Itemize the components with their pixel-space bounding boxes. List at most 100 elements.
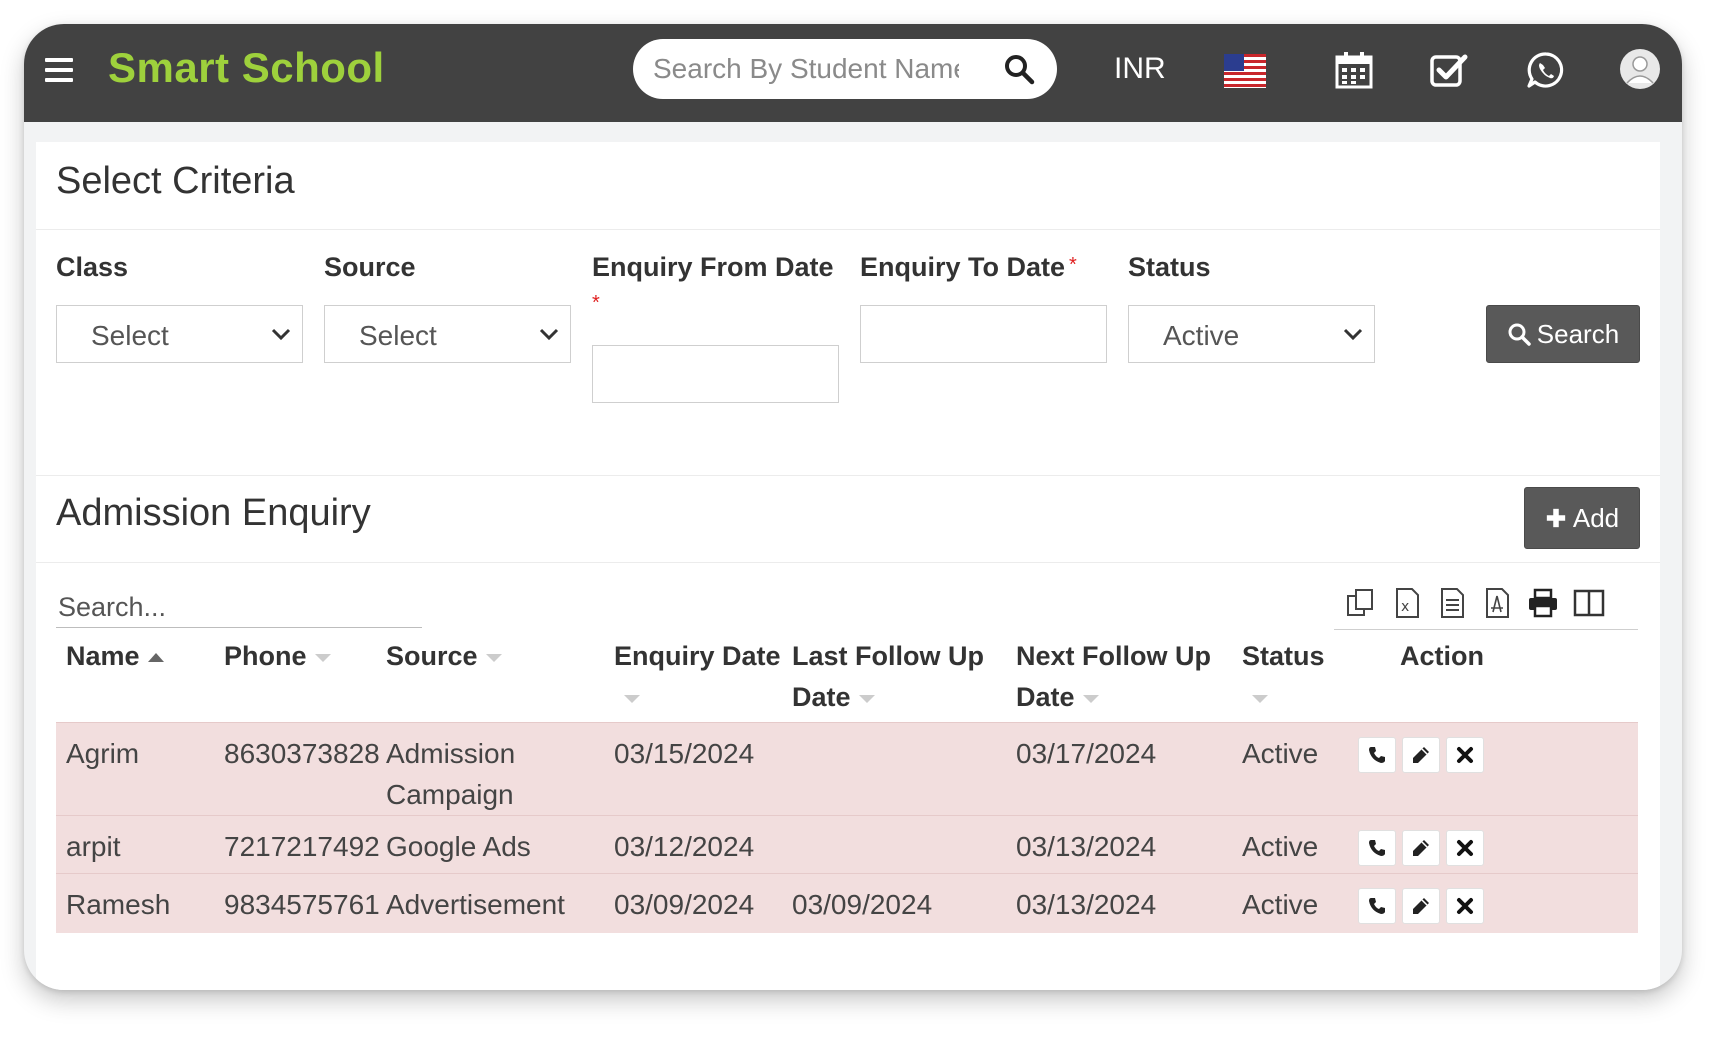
plus-icon [1546,508,1566,528]
enquiry-to-date-label: Enquiry To Date * [860,252,1077,282]
app-window: Smart School INR [24,24,1682,990]
source-select[interactable]: Select [324,305,571,363]
class-label: Class [56,252,129,282]
chevron-down-icon [271,328,291,341]
divider [36,475,1660,476]
follow-up-call-button[interactable] [1358,830,1396,866]
enquiry-to-date-input[interactable] [860,305,1107,363]
menu-toggle-icon[interactable] [45,58,73,82]
top-navbar: Smart School INR [24,24,1682,122]
edit-button[interactable] [1402,888,1440,924]
student-search-box [633,39,1057,99]
edit-button[interactable] [1402,830,1440,866]
cell-next-follow-up: 03/17/2024 [1016,738,1157,769]
copy-icon[interactable] [1344,586,1378,620]
divider [36,229,1660,230]
class-select[interactable]: Select [56,305,303,363]
cell-next-follow-up: 03/13/2024 [1016,889,1157,920]
cell-last-follow-up: 03/09/2024 [792,889,933,920]
from-date-required-mark: * [592,292,600,314]
column-header-action: Action [1400,641,1484,671]
close-icon [1457,747,1473,763]
delete-button[interactable] [1446,888,1484,924]
phone-icon [1369,747,1385,763]
cell-status: Active [1242,831,1319,862]
cell-name: arpit [66,831,121,862]
cell-source: Google Ads [386,831,531,862]
chevron-down-icon [539,328,559,341]
delete-button[interactable] [1446,830,1484,866]
cell-source: Admission Campaign [386,738,516,810]
whatsapp-icon[interactable] [1526,51,1566,89]
status-select[interactable]: Active [1128,305,1375,363]
phone-icon [1369,898,1385,914]
admission-enquiry-title: Admission Enquiry [56,492,371,534]
sort-icon [314,653,331,662]
cell-name: Ramesh [66,889,171,920]
cell-status: Active [1242,738,1319,769]
edit-button[interactable] [1402,737,1440,773]
close-icon [1457,840,1473,856]
search-button-label: Search [1536,318,1620,349]
print-icon[interactable] [1526,586,1560,620]
source-select-value: Select [359,320,437,351]
follow-up-call-button[interactable] [1358,737,1396,773]
follow-up-call-button[interactable] [1358,888,1396,924]
sort-icon [1082,694,1099,703]
cell-enquiry-date: 03/09/2024 [614,889,755,920]
column-header-last-follow-up-date[interactable]: Last Follow Up Date [792,636,984,718]
csv-file-icon[interactable] [1435,586,1469,620]
add-button[interactable]: Add [1524,487,1640,549]
cell-enquiry-date: 03/12/2024 [614,831,755,862]
column-header-phone[interactable]: Phone [224,636,331,677]
enquiry-from-date-input[interactable] [592,345,839,403]
main-card: Select Criteria Class Source Enquiry Fro… [36,142,1660,990]
column-header-name[interactable]: Name [66,636,164,677]
brand-logo[interactable]: Smart School [108,44,385,92]
search-icon[interactable] [1003,53,1035,85]
excel-icon[interactable]: x [1390,586,1424,620]
pdf-icon[interactable] [1480,586,1514,620]
sort-icon [624,694,640,703]
export-toolbar: x [1334,578,1638,630]
to-date-required-mark: * [1069,254,1077,276]
status-select-value: Active [1163,320,1240,351]
search-icon [1508,323,1531,346]
cell-phone: 9834575761 [224,889,380,920]
svg-text:x: x [1401,599,1409,615]
select-criteria-title: Select Criteria [56,160,295,202]
column-header-enquiry-date[interactable]: Enquiry Date [614,636,781,718]
pencil-icon [1413,840,1429,856]
cell-phone: 7217217492 [224,831,380,862]
search-button[interactable]: Search [1486,305,1640,363]
cell-status: Active [1242,889,1319,920]
table-row: Ramesh 9834575761 Advertisement 03/09/20… [56,873,1638,933]
sort-icon [485,653,502,662]
column-header-next-follow-up-date[interactable]: Next Follow Up Date [1016,636,1211,718]
calendar-icon[interactable] [1334,51,1374,89]
currency-selector[interactable]: INR [1114,52,1166,86]
pencil-icon [1413,747,1429,763]
user-avatar-icon[interactable] [1619,48,1661,90]
table-row: arpit 7217217492 Google Ads 03/12/2024 0… [56,815,1638,873]
sort-icon [858,694,875,703]
status-label: Status [1128,252,1211,282]
student-search-input[interactable] [651,51,961,87]
task-checkbox-icon[interactable] [1429,51,1469,89]
delete-button[interactable] [1446,737,1484,773]
sort-icon [1252,694,1268,703]
column-header-source[interactable]: Source [386,636,502,677]
table-search-input[interactable] [56,588,422,628]
cell-phone: 8630373828 [224,738,380,769]
source-label: Source [324,252,416,282]
enquiry-from-date-label: Enquiry From Date [592,252,834,282]
cell-enquiry-date: 03/15/2024 [614,738,755,769]
columns-icon[interactable] [1572,586,1606,620]
class-select-value: Select [91,320,169,351]
chevron-down-icon [1343,328,1363,341]
pencil-icon [1413,898,1429,914]
us-flag-icon[interactable] [1224,54,1266,88]
cell-source: Advertisement [386,889,565,920]
close-icon [1457,898,1473,914]
column-header-status[interactable]: Status [1242,636,1325,718]
